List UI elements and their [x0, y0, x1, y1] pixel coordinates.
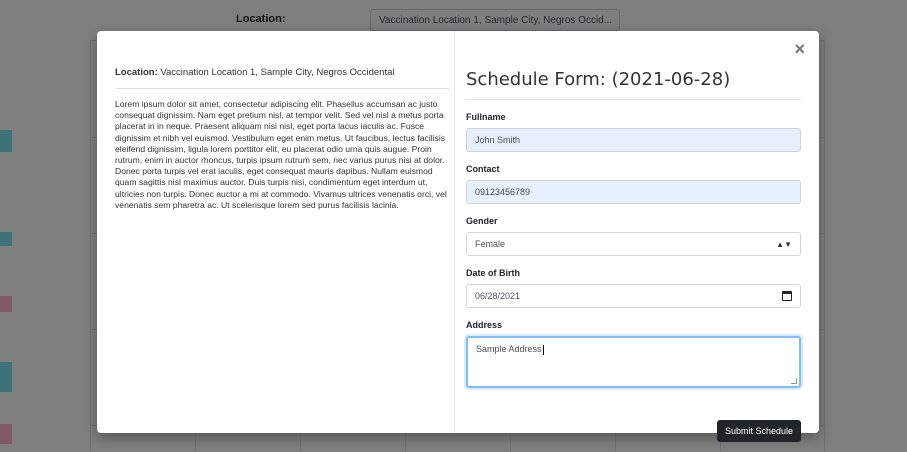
location-value: Vaccination Location 1, Sample City, Neg…: [160, 67, 395, 78]
fullname-field[interactable]: John Smith: [466, 128, 801, 152]
contact-label: Contact: [466, 164, 500, 174]
schedule-modal: × Location: Vaccination Location 1, Samp…: [97, 31, 819, 442]
gender-value: Female: [475, 239, 506, 249]
address-textarea[interactable]: Sample Address: [466, 336, 801, 388]
column-divider: [454, 31, 455, 433]
address-value: Sample Address: [476, 344, 542, 354]
text-cursor: [542, 344, 544, 355]
location-line: Location: Vaccination Location 1, Sample…: [115, 67, 449, 89]
dob-label: Date of Birth: [466, 268, 520, 278]
location-details: Location: Vaccination Location 1, Sample…: [115, 67, 449, 211]
contact-field[interactable]: 09123456789: [466, 180, 801, 204]
dob-field[interactable]: 06/28/2021: [466, 284, 801, 308]
form-title: Schedule Form: (2021-06-28): [466, 69, 801, 100]
select-arrows-icon: ▲▼: [776, 239, 792, 249]
contact-value: 09123456789: [475, 187, 531, 197]
submit-schedule-button[interactable]: Submit Schedule: [716, 420, 801, 442]
fullname-value: John Smith: [475, 135, 521, 145]
calendar-icon[interactable]: [782, 291, 792, 301]
fullname-label: Fullname: [466, 112, 506, 122]
gender-label: Gender: [466, 216, 498, 226]
location-label: Location:: [115, 67, 158, 78]
schedule-form: Schedule Form: (2021-06-28) Fullname Joh…: [466, 69, 801, 442]
address-label: Address: [466, 320, 503, 330]
close-icon[interactable]: ×: [794, 40, 805, 58]
resize-handle-icon[interactable]: [791, 378, 797, 384]
gender-select[interactable]: Female ▲▼: [466, 232, 801, 256]
dob-value: 06/28/2021: [475, 291, 521, 301]
location-description: Lorem ipsum dolor sit amet, consectetur …: [115, 99, 447, 210]
